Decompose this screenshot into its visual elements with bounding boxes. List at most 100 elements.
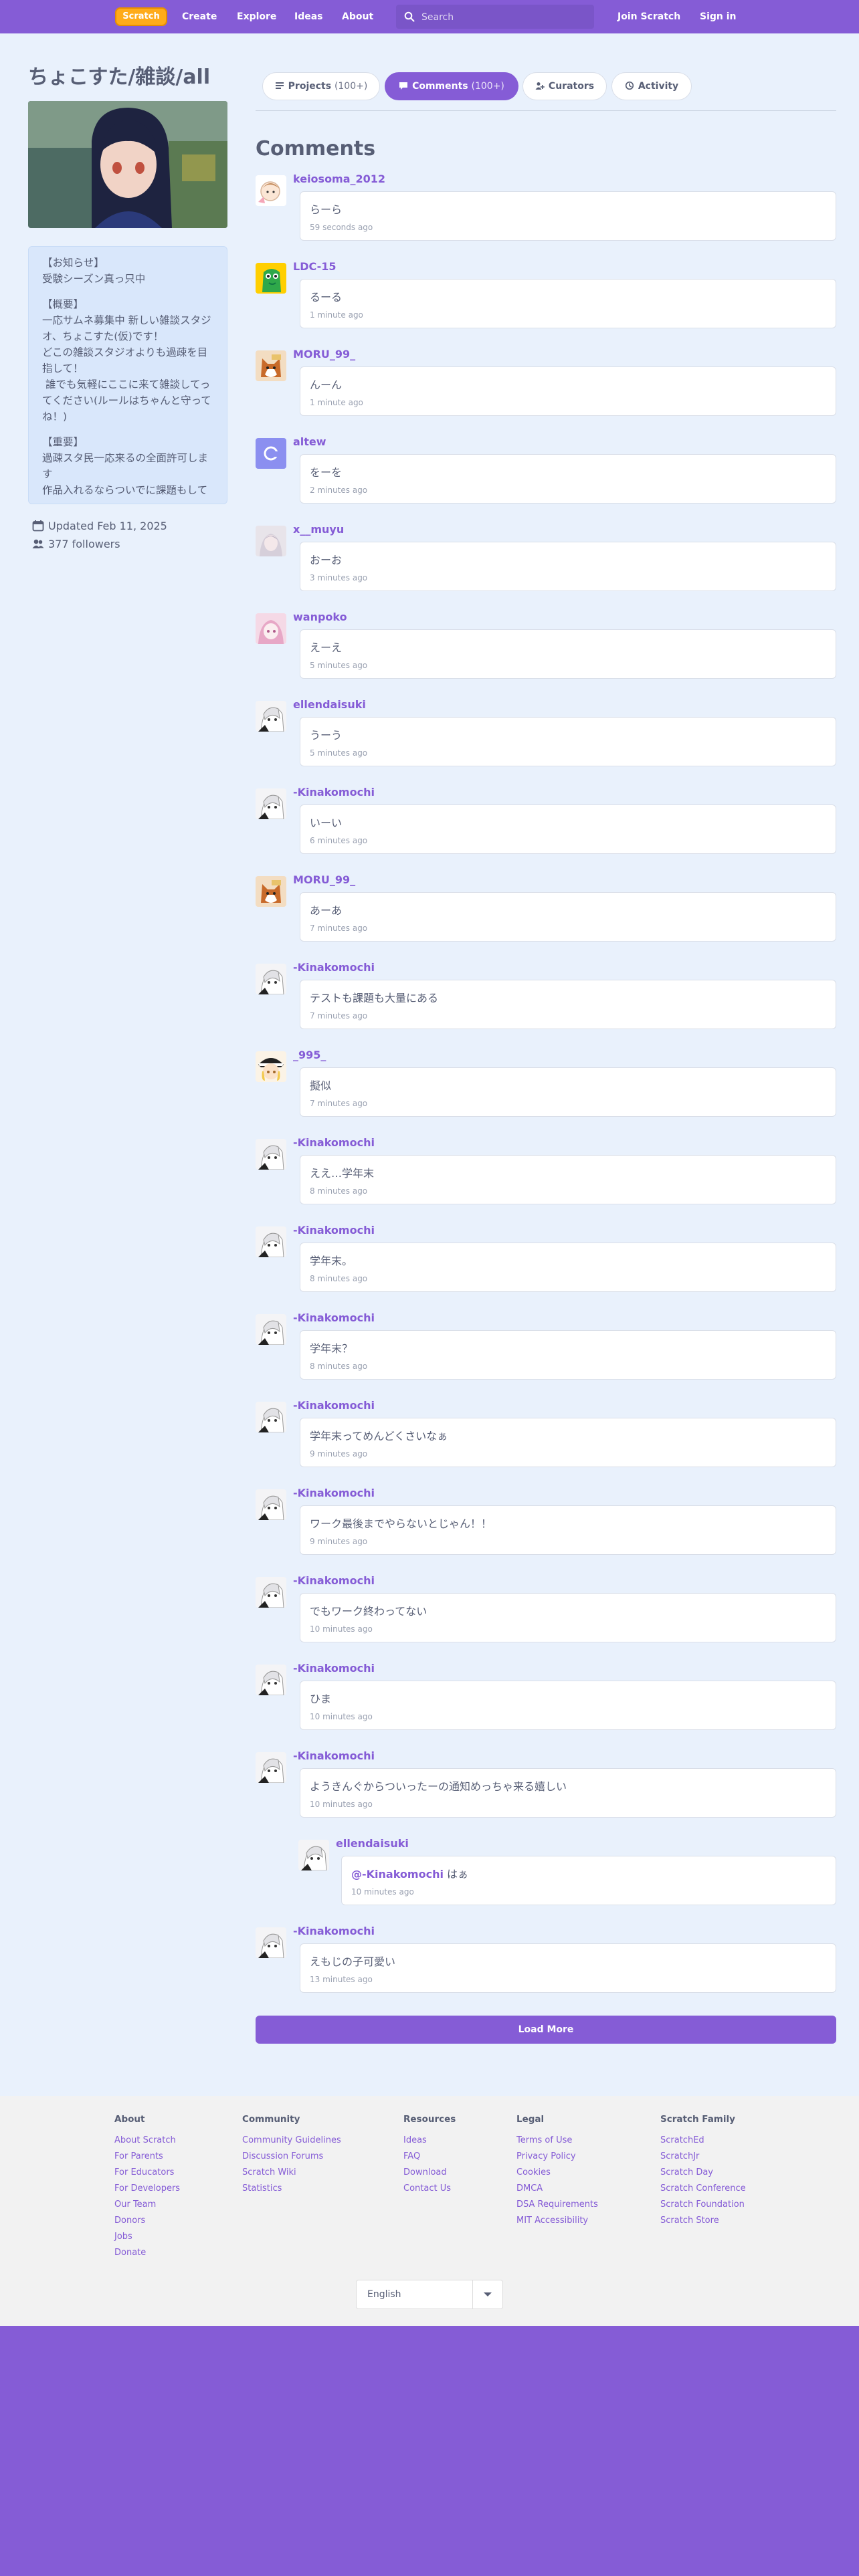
tab-activity-label: Activity bbox=[638, 81, 679, 92]
footer-link[interactable]: Discussion Forums bbox=[242, 2149, 341, 2165]
avatar[interactable] bbox=[256, 964, 286, 994]
footer-link[interactable]: Scratch Day bbox=[660, 2165, 746, 2181]
avatar[interactable] bbox=[256, 1051, 286, 1082]
comment-time: 8 minutes ago bbox=[310, 1274, 368, 1283]
comment-item: -Kinakomochi 学年末？ 8 minutes ago bbox=[256, 1311, 836, 1381]
nav-ideas[interactable]: Ideas bbox=[294, 0, 323, 33]
avatar[interactable] bbox=[256, 1752, 286, 1783]
search-icon bbox=[404, 11, 415, 22]
footer-link[interactable]: DMCA bbox=[516, 2181, 598, 2197]
footer-link[interactable]: Scratch Foundation bbox=[660, 2197, 746, 2213]
footer-link[interactable]: Our Team bbox=[114, 2197, 180, 2213]
comment-username[interactable]: MORU_99_ bbox=[293, 348, 355, 360]
avatar[interactable] bbox=[298, 1840, 329, 1870]
footer-link[interactable]: Donors bbox=[114, 2213, 180, 2229]
avatar[interactable] bbox=[256, 175, 286, 206]
comment-username[interactable]: -Kinakomochi bbox=[293, 1925, 375, 1937]
footer-link[interactable]: Contact Us bbox=[403, 2181, 456, 2197]
footer-link[interactable]: Donate bbox=[114, 2245, 180, 2261]
footer-link[interactable]: Terms of Use bbox=[516, 2133, 598, 2149]
footer-link[interactable]: For Developers bbox=[114, 2181, 180, 2197]
search-input[interactable] bbox=[420, 5, 590, 30]
comment-username[interactable]: ellendaisuki bbox=[293, 698, 366, 711]
footer-link[interactable]: Ideas bbox=[403, 2133, 456, 2149]
language-dropdown-toggle[interactable] bbox=[472, 2280, 502, 2309]
comment-username[interactable]: -Kinakomochi bbox=[293, 1136, 375, 1149]
avatar[interactable] bbox=[256, 701, 286, 732]
comment-username[interactable]: keiosoma_2012 bbox=[293, 173, 385, 185]
footer-link[interactable]: Scratch Wiki bbox=[242, 2165, 341, 2181]
footer-link[interactable]: ScratchEd bbox=[660, 2133, 746, 2149]
mention-link[interactable]: @-Kinakomochi bbox=[351, 1868, 444, 1881]
tab-activity[interactable]: Activity bbox=[611, 72, 692, 100]
search-box[interactable] bbox=[396, 5, 594, 30]
comment-username[interactable]: -Kinakomochi bbox=[293, 1662, 375, 1675]
comment-username[interactable]: x__muyu bbox=[293, 523, 344, 536]
comment-username[interactable]: -Kinakomochi bbox=[293, 1311, 375, 1324]
footer-link[interactable]: Scratch Conference bbox=[660, 2181, 746, 2197]
avatar[interactable] bbox=[256, 438, 286, 469]
avatar[interactable] bbox=[256, 788, 286, 819]
comment-username[interactable]: -Kinakomochi bbox=[293, 1487, 375, 1499]
footer-link[interactable]: MIT Accessibility bbox=[516, 2213, 598, 2229]
footer-link[interactable]: Scratch Store bbox=[660, 2213, 746, 2229]
avatar[interactable] bbox=[256, 1665, 286, 1695]
avatar[interactable] bbox=[256, 1402, 286, 1432]
footer-link[interactable]: Statistics bbox=[242, 2181, 341, 2197]
comment-username[interactable]: -Kinakomochi bbox=[293, 1574, 375, 1587]
scratch-logo[interactable]: Scratch bbox=[115, 7, 167, 26]
description-announcement: 【お知らせ】 受験シーズン真っ只中 bbox=[42, 257, 146, 285]
footer-link[interactable]: Privacy Policy bbox=[516, 2149, 598, 2165]
comment-item: -Kinakomochi ワーク最後までやらないとじゃん！！ 9 minutes… bbox=[256, 1487, 836, 1556]
comment-bubble: 学年末。 8 minutes ago bbox=[300, 1243, 836, 1292]
avatar[interactable] bbox=[256, 1139, 286, 1170]
nav-explore[interactable]: Explore bbox=[237, 0, 276, 33]
footer-link[interactable]: Community Guidelines bbox=[242, 2133, 341, 2149]
footer-link[interactable]: Jobs bbox=[114, 2229, 180, 2245]
footer-link[interactable]: Download bbox=[403, 2165, 456, 2181]
footer-link[interactable]: For Educators bbox=[114, 2165, 180, 2181]
language-select[interactable]: English bbox=[356, 2280, 503, 2309]
comment-username[interactable]: MORU_99_ bbox=[293, 873, 355, 886]
tab-comments[interactable]: Comments (100+) bbox=[385, 72, 518, 100]
avatar[interactable] bbox=[256, 1489, 286, 1520]
comment-username[interactable]: -Kinakomochi bbox=[293, 1399, 375, 1412]
comment-bubble: ようきんぐからついったーの通知めっちゃ来る嬉しい 10 minutes ago bbox=[300, 1768, 836, 1818]
avatar[interactable] bbox=[256, 1927, 286, 1958]
footer-link[interactable]: FAQ bbox=[403, 2149, 456, 2165]
comment-username[interactable]: ellendaisuki bbox=[336, 1837, 409, 1850]
comment-username[interactable]: altew bbox=[293, 435, 326, 448]
reply-item: ellendaisuki @-Kinakomochi はぁ 10 minutes… bbox=[298, 1837, 836, 1907]
tab-curators[interactable]: Curators bbox=[522, 72, 607, 100]
footer-link[interactable]: Cookies bbox=[516, 2165, 598, 2181]
footer-link[interactable]: About Scratch bbox=[114, 2133, 180, 2149]
comment-username[interactable]: wanpoko bbox=[293, 611, 347, 623]
sign-in-link[interactable]: Sign in bbox=[700, 0, 737, 33]
avatar[interactable] bbox=[256, 1226, 286, 1257]
comment-username[interactable]: LDC-15 bbox=[293, 260, 337, 273]
avatar[interactable] bbox=[256, 1314, 286, 1345]
comment-username[interactable]: _995_ bbox=[293, 1049, 326, 1061]
footer-link[interactable]: ScratchJr bbox=[660, 2149, 746, 2165]
footer-link[interactable]: For Parents bbox=[114, 2149, 180, 2165]
comment-username[interactable]: -Kinakomochi bbox=[293, 961, 375, 974]
avatar[interactable] bbox=[256, 263, 286, 294]
comment-icon bbox=[399, 82, 408, 90]
comment-username[interactable]: -Kinakomochi bbox=[293, 786, 375, 798]
comments-heading: Comments bbox=[256, 137, 376, 160]
join-scratch-link[interactable]: Join Scratch bbox=[617, 0, 680, 33]
avatar[interactable] bbox=[256, 613, 286, 644]
avatar[interactable] bbox=[256, 876, 286, 907]
comment-item: -Kinakomochi ええ…学年末 8 minutes ago bbox=[256, 1136, 836, 1206]
avatar[interactable] bbox=[256, 350, 286, 381]
nav-create[interactable]: Create bbox=[182, 0, 217, 33]
avatar[interactable] bbox=[256, 526, 286, 556]
load-more-button[interactable]: Load More bbox=[256, 2016, 836, 2044]
tab-projects[interactable]: Projects (100+) bbox=[262, 72, 380, 100]
nav-about[interactable]: About bbox=[342, 0, 373, 33]
comment-username[interactable]: -Kinakomochi bbox=[293, 1749, 375, 1762]
footer-link[interactable]: DSA Requirements bbox=[516, 2197, 598, 2213]
comment-username[interactable]: -Kinakomochi bbox=[293, 1224, 375, 1237]
avatar[interactable] bbox=[256, 1577, 286, 1608]
page-bottom-band bbox=[0, 2326, 859, 2576]
